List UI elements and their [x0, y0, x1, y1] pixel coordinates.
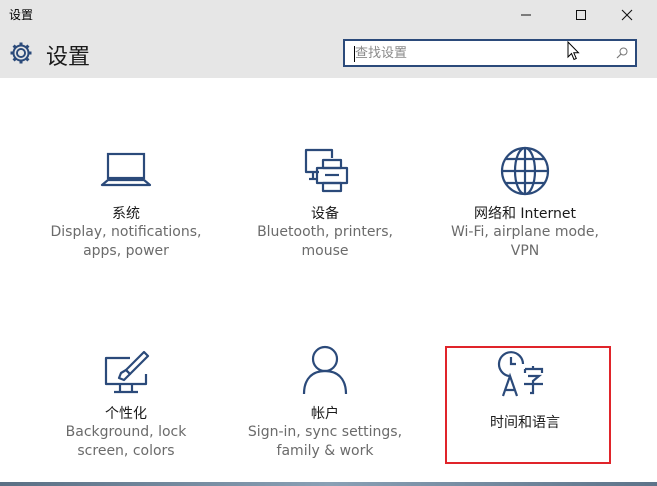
search-box[interactable]	[343, 39, 637, 67]
close-button[interactable]	[604, 0, 650, 30]
person-icon	[302, 345, 348, 395]
tile-devices[interactable]: 设备 Bluetooth, printers, mouse	[232, 140, 418, 280]
minimize-button[interactable]	[503, 0, 549, 30]
page-title: 设置	[46, 45, 91, 70]
tile-title: 网络和 Internet	[473, 206, 577, 222]
paint-brush-icon	[104, 350, 150, 394]
tile-title: 个性化	[105, 406, 147, 422]
laptop-icon	[100, 152, 152, 187]
tile-title: 帐户	[311, 406, 339, 422]
mouse-cursor-icon	[567, 41, 580, 61]
devices-icon	[304, 148, 349, 193]
title-bar[interactable]: 设置	[0, 0, 657, 30]
settings-header: 设置	[0, 30, 657, 78]
tile-accounts[interactable]: 帐户 Sign-in, sync settings, family & work	[232, 340, 418, 470]
gear-icon	[10, 42, 32, 64]
tile-description: Display, notifications, apps, power	[50, 224, 202, 259]
tile-description: Bluetooth, printers, mouse	[257, 224, 393, 259]
window-title: 设置	[9, 8, 34, 22]
highlight-box	[445, 346, 611, 464]
tile-personalization[interactable]: 个性化 Background, lock screen, colors	[33, 340, 219, 470]
tile-title: 系统	[112, 206, 140, 222]
tile-system[interactable]: 系统 Display, notifications, apps, power	[33, 140, 219, 280]
maximize-button[interactable]	[558, 0, 604, 30]
tile-description: Background, lock screen, colors	[65, 424, 187, 459]
tile-network[interactable]: 网络和 Internet Wi-Fi, airplane mode, VPN	[432, 140, 618, 280]
tile-title: 设备	[311, 206, 339, 222]
globe-icon	[500, 146, 550, 196]
search-icon[interactable]	[616, 47, 628, 59]
close-icon	[621, 9, 633, 21]
taskbar-strip	[0, 482, 657, 486]
minimize-icon	[521, 14, 531, 16]
settings-window: 设置 设置 查找设置 系统 Display, notifications, ap…	[0, 0, 657, 486]
maximize-icon	[576, 10, 586, 20]
tile-description: Sign-in, sync settings, family & work	[247, 424, 403, 459]
tile-description: Wi-Fi, airplane mode, VPN	[451, 224, 599, 259]
